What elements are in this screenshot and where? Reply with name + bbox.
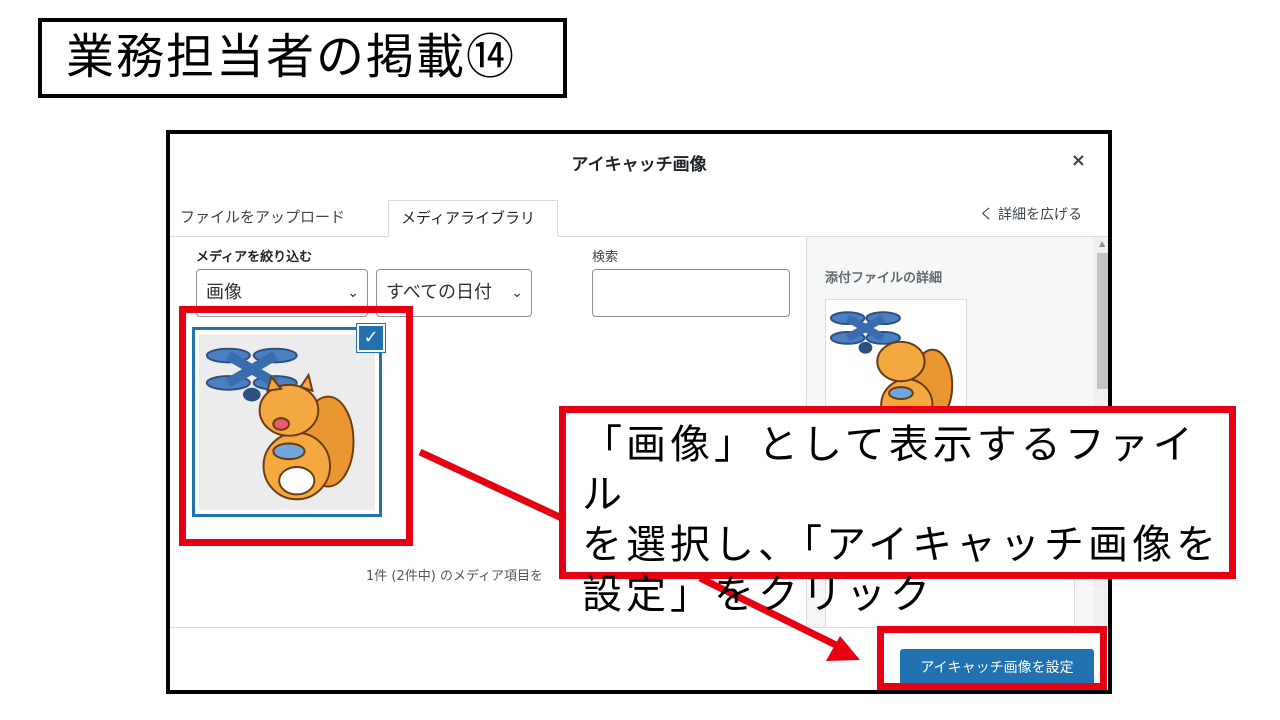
scroll-thumb[interactable]	[1097, 253, 1108, 389]
search-input[interactable]	[592, 269, 790, 317]
tab-upload-files[interactable]: ファイルをアップロード	[180, 200, 345, 237]
media-type-value: 画像	[206, 282, 242, 303]
instruction-callout: 「画像」として表示するファイル を選択し、「アイキャッチ画像を 設定」をクリック	[559, 406, 1236, 618]
close-icon[interactable]: ×	[1071, 150, 1086, 171]
callout-line: を選択し、「アイキャッチ画像を	[582, 522, 1220, 568]
attachment-details-heading: 添付ファイルの詳細	[825, 271, 943, 286]
media-count-text: 1件 (2件中) のメディア項目を	[366, 569, 544, 584]
modal-title: アイキャッチ画像	[571, 155, 707, 175]
thumbnail-highlight-box	[179, 306, 413, 546]
button-highlight-box	[877, 626, 1107, 690]
chevron-down-icon: ⌄	[511, 285, 523, 301]
slide-title: 業務担当者の掲載⑭	[38, 18, 567, 98]
callout-line: 「画像」として表示するファイル	[582, 422, 1197, 518]
tab-media-library[interactable]: メディアライブラリ	[388, 200, 558, 237]
callout-line: 設定」をクリック	[582, 572, 934, 618]
date-filter-value: すべての日付	[386, 282, 493, 303]
scroll-up-icon[interactable]: ▲	[1099, 239, 1105, 248]
expand-details-link[interactable]: く 詳細を広げる	[980, 204, 1082, 224]
search-label: 検索	[592, 250, 619, 265]
filter-media-label: メディアを絞り込む	[196, 250, 313, 265]
